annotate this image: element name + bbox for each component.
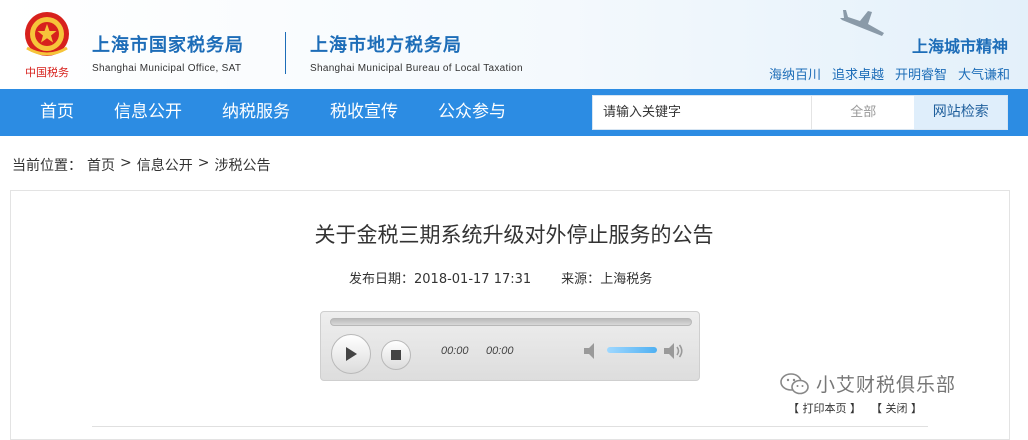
volume-max-icon[interactable] [663, 342, 685, 360]
play-button[interactable] [331, 334, 371, 374]
search-input[interactable] [593, 96, 811, 129]
content-divider [92, 426, 928, 427]
publish-date-label: 发布日期： [349, 272, 415, 287]
stop-button[interactable] [381, 340, 411, 370]
publish-date-value: 2018-01-17 17:31 [414, 272, 532, 287]
article-meta: 发布日期：2018-01-17 17:31 来源：上海税务 [349, 268, 652, 287]
print-page-link[interactable]: 【 打印本页 】 [788, 400, 861, 416]
watermark-text: 小艾财税俱乐部 [816, 374, 957, 396]
site-header: 中国税务 上海市国家税务局 Shanghai Municipal Office,… [0, 0, 1028, 89]
slogan-2: 追求卓越 [831, 68, 884, 83]
search-button[interactable]: 网站检索 [914, 96, 1007, 129]
national-tax-bureau-en: Shanghai Municipal Office, SAT [92, 63, 242, 74]
volume-slider[interactable] [607, 347, 657, 353]
breadcrumb-label: 当前位置： [12, 158, 82, 174]
nav-item-tax-services[interactable]: 纳税服务 [222, 89, 290, 136]
national-tax-bureau[interactable]: 上海市国家税务局 Shanghai Municipal Office, SAT [92, 31, 244, 74]
duration-time: 00:00 [486, 345, 514, 357]
airplane-icon [840, 10, 884, 36]
wechat-icon [780, 372, 809, 394]
wechat-watermark: 小艾财税俱乐部 [780, 370, 956, 397]
emblem-text: 中国税务 [25, 65, 69, 79]
breadcrumb-home[interactable]: 首页 [87, 155, 115, 175]
city-spirit-title: 上海城市精神 [911, 37, 1008, 56]
volume-mute-icon[interactable] [583, 342, 603, 360]
slogan-1: 海纳百川 [768, 68, 821, 83]
header-divider [285, 32, 286, 74]
current-time: 00:00 [441, 345, 469, 357]
breadcrumb-separator: > [120, 155, 132, 171]
city-spirit-slogans: 海纳百川 追求卓越 开明睿智 大气谦和 [769, 64, 1010, 83]
nav-item-tax-publicity[interactable]: 税收宣传 [330, 89, 398, 136]
national-tax-bureau-name: 上海市国家税务局 [92, 35, 244, 56]
audio-player: 00:00 00:00 [320, 311, 700, 381]
nav-items: 首页 信息公开 纳税服务 税收宣传 公众参与 [40, 89, 546, 136]
breadcrumb: 当前位置： 首页 > 信息公开 > 涉税公告 [12, 155, 270, 175]
stop-icon [391, 350, 401, 360]
breadcrumb-info-disclosure[interactable]: 信息公开 [137, 155, 193, 175]
breadcrumb-separator: > [197, 155, 210, 171]
article-source: 来源：上海税务 [561, 268, 652, 287]
site-search: 全部 网站检索 [592, 95, 1008, 130]
source-label: 来源： [561, 272, 601, 287]
close-page-link[interactable]: 【 关闭 】 [871, 400, 922, 416]
nav-item-public-participation[interactable]: 公众参与 [438, 89, 506, 136]
audio-progress-bar[interactable] [330, 318, 692, 326]
page-actions: 【 打印本页 】 【 关闭 】 [788, 400, 922, 416]
publish-date: 发布日期：2018-01-17 17:31 [349, 268, 531, 287]
nav-item-home[interactable]: 首页 [40, 89, 74, 136]
local-tax-bureau-name: 上海市地方税务局 [310, 35, 462, 56]
local-tax-bureau-en: Shanghai Municipal Bureau of Local Taxat… [310, 63, 523, 74]
breadcrumb-tax-notice[interactable]: 涉税公告 [214, 155, 270, 175]
play-icon [346, 347, 357, 361]
source-value: 上海税务 [600, 272, 653, 287]
local-tax-bureau[interactable]: 上海市地方税务局 Shanghai Municipal Bureau of Lo… [310, 31, 523, 74]
article-title: 关于金税三期系统升级对外停止服务的公告 [314, 223, 714, 247]
search-scope-select[interactable]: 全部 [810, 96, 914, 129]
tax-emblem-icon[interactable]: 中国税务 [18, 8, 76, 80]
nav-item-info-disclosure[interactable]: 信息公开 [114, 89, 182, 136]
slogan-3: 开明睿智 [894, 68, 947, 83]
slogan-4: 大气谦和 [957, 68, 1010, 83]
